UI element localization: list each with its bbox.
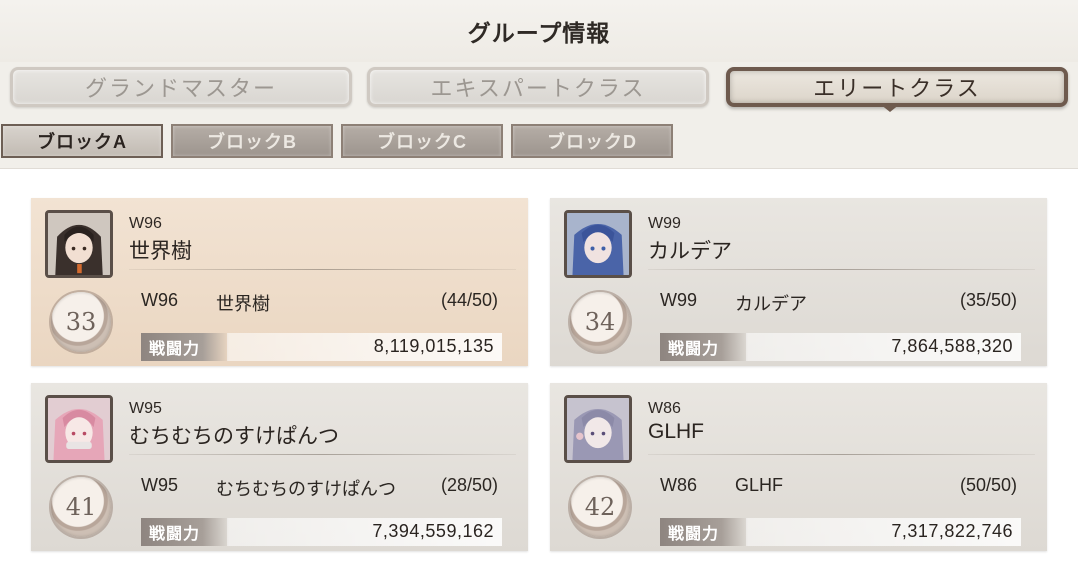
detail-group-name: 世界樹 — [216, 294, 270, 314]
power-label: 戦闘力 — [141, 333, 229, 361]
group-name: カルデア — [648, 240, 732, 263]
power-value: 8,119,015,135 — [373, 336, 494, 356]
group-card[interactable]: W86 GLHF 42 W86 GLHF (50/50) 戦闘力 7,317,8… — [550, 383, 1047, 551]
block-tab-a[interactable]: ブロックA — [1, 124, 163, 158]
member-count: (35/50) — [959, 290, 1017, 310]
power-value: 7,317,822,746 — [891, 521, 1013, 541]
member-count: (50/50) — [959, 475, 1017, 495]
detail-server-id: W96 — [141, 290, 179, 310]
group-name: 世界樹 — [129, 240, 192, 263]
group-name: むちむちのすけぱんつ — [129, 425, 339, 448]
block-tabs: ブロックA ブロックB ブロックC ブロックD — [0, 122, 1078, 160]
block-tab-b[interactable]: ブロックB — [171, 124, 333, 158]
rank-badge: 33 — [51, 292, 111, 352]
avatar-silver-hair-icon — [564, 395, 632, 463]
detail-group-name: むちむちのすけぱんつ — [216, 479, 396, 499]
rank-badge: 41 — [51, 477, 111, 537]
server-id: W95 — [129, 400, 162, 417]
page-title: グループ情報 — [0, 0, 1078, 62]
detail-server-id: W95 — [141, 475, 179, 495]
avatar-dark-hair-icon — [45, 210, 113, 278]
divider — [648, 454, 1035, 455]
group-card[interactable]: W99 カルデア 34 W99 カルデア (35/50) 戦闘力 7,864,5… — [550, 198, 1047, 366]
power-label: 戦闘力 — [660, 518, 748, 546]
server-id: W96 — [129, 215, 162, 232]
divider — [648, 269, 1035, 270]
server-id: W86 — [648, 400, 681, 417]
rank-badge: 34 — [570, 292, 630, 352]
tab-elite-class[interactable]: エリートクラス — [726, 67, 1068, 107]
group-card[interactable]: W95 むちむちのすけぱんつ 41 W95 むちむちのすけぱんつ (28/50)… — [31, 383, 528, 551]
block-tab-c[interactable]: ブロックC — [341, 124, 503, 158]
member-count: (44/50) — [440, 290, 498, 310]
power-label: 戦闘力 — [141, 518, 229, 546]
tab-grandmaster[interactable]: グランドマスター — [10, 67, 352, 107]
tab-expert-class[interactable]: エキスパートクラス — [367, 67, 709, 107]
power-label: 戦闘力 — [660, 333, 748, 361]
detail-group-name: GLHF — [735, 475, 784, 495]
member-count: (28/50) — [440, 475, 498, 495]
power-value: 7,864,588,320 — [891, 336, 1013, 356]
avatar-pink-hair-icon — [45, 395, 113, 463]
group-card[interactable]: W96 世界樹 33 W96 世界樹 (44/50) 戦闘力 8,119,015… — [31, 198, 528, 366]
rank-badge: 42 — [570, 477, 630, 537]
group-list-panel: W96 世界樹 33 W96 世界樹 (44/50) 戦闘力 8,119,015… — [0, 168, 1078, 569]
detail-server-id: W99 — [660, 290, 698, 310]
detail-server-id: W86 — [660, 475, 698, 495]
avatar-blue-hair-icon — [564, 210, 632, 278]
detail-group-name: カルデア — [735, 294, 807, 314]
group-name: GLHF — [648, 420, 705, 443]
divider — [129, 269, 516, 270]
server-id: W99 — [648, 215, 681, 232]
class-tabs: グランドマスター エキスパートクラス エリートクラス — [0, 64, 1078, 110]
power-value: 7,394,559,162 — [372, 521, 494, 541]
block-tab-d[interactable]: ブロックD — [511, 124, 673, 158]
divider — [129, 454, 516, 455]
